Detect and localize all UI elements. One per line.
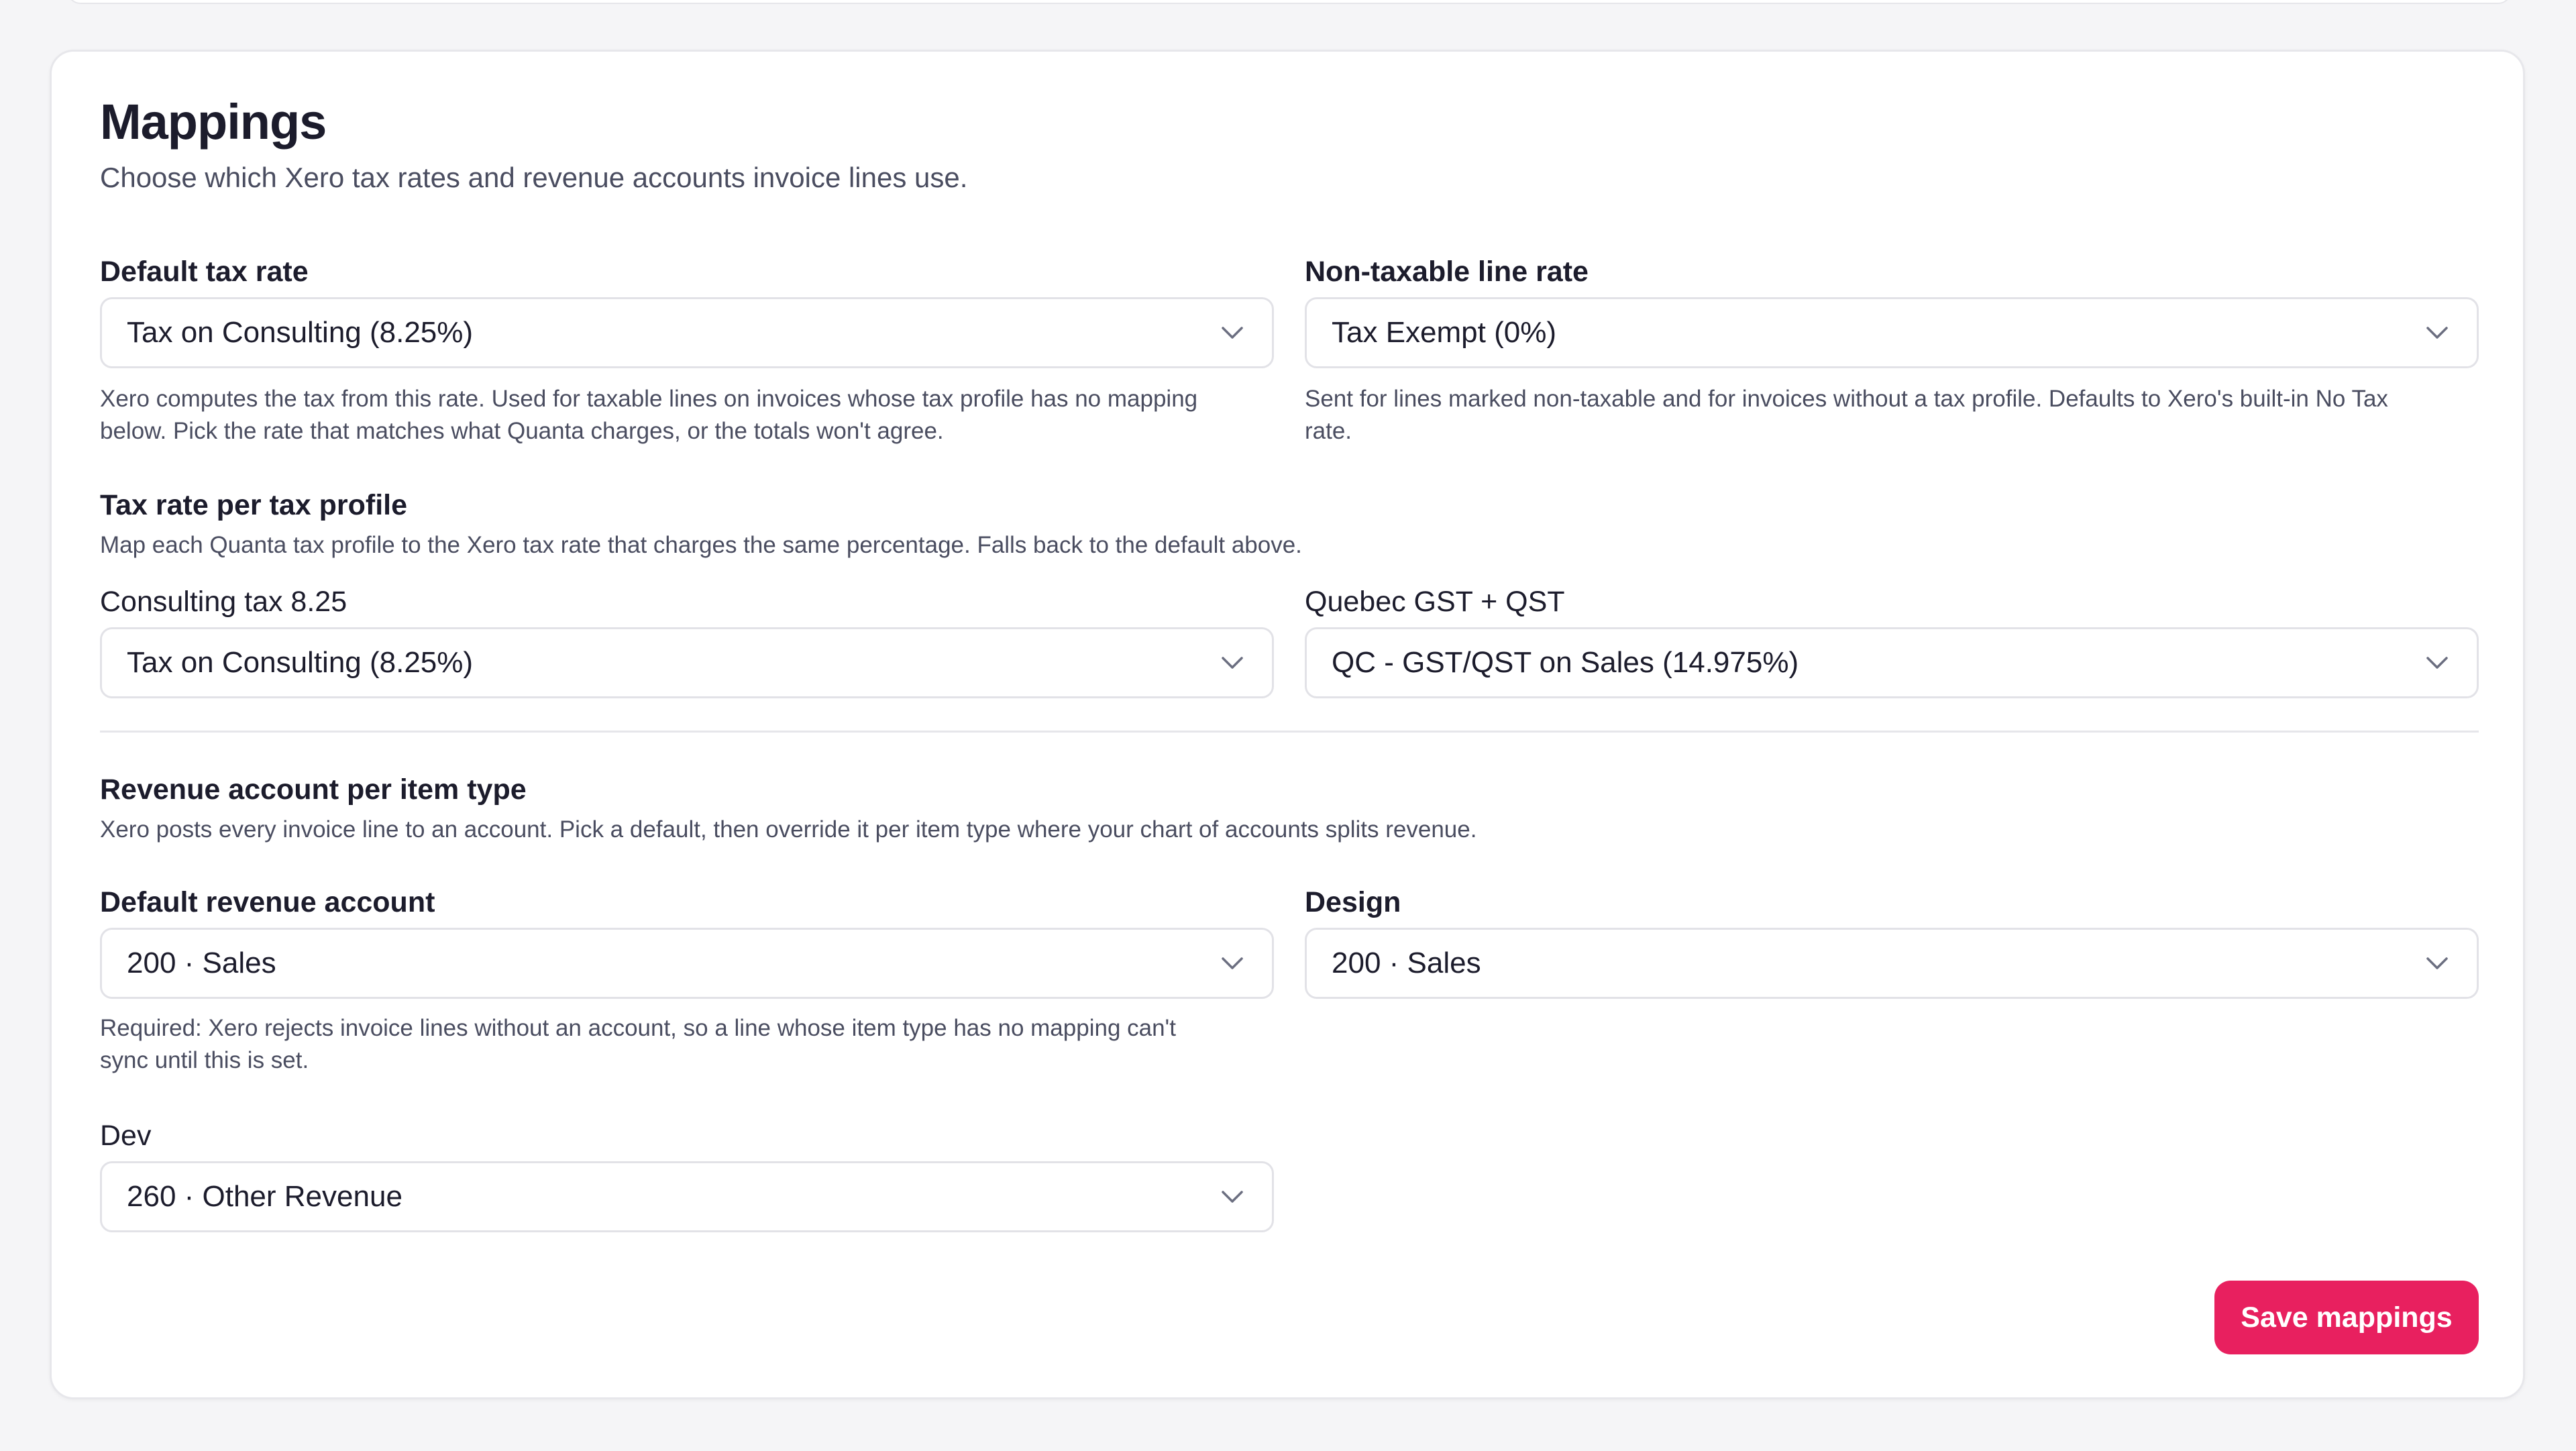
revenue-description: Xero posts every invoice line to an acco… <box>100 816 1477 843</box>
save-mappings-button[interactable]: Save mappings <box>2214 1281 2479 1354</box>
default-tax-label: Default tax rate <box>100 256 309 288</box>
chevron-down-icon <box>2426 327 2448 339</box>
revenue-label-design: Design <box>1305 886 1401 918</box>
default-tax-value: Tax on Consulting (8.25%) <box>127 316 474 349</box>
page-title: Mappings <box>100 94 327 150</box>
tax-profile-heading: Tax rate per tax profile <box>100 489 408 521</box>
nontaxable-value: Tax Exempt (0%) <box>1332 316 1556 349</box>
chevron-down-icon <box>1222 327 1243 339</box>
previous-card-edge <box>67 0 2512 4</box>
revenue-value-design: 200 · Sales <box>1332 947 1481 979</box>
chevron-down-icon <box>1222 657 1243 669</box>
default-revenue-value: 200 · Sales <box>127 947 276 979</box>
tax-profile-select-quebec[interactable]: QC - GST/QST on Sales (14.975%) <box>1305 627 2479 698</box>
revenue-select-design[interactable]: 200 · Sales <box>1305 928 2479 999</box>
chevron-down-icon <box>2426 657 2448 669</box>
tax-profile-value-quebec: QC - GST/QST on Sales (14.975%) <box>1332 646 1799 679</box>
default-revenue-help: Required: Xero rejects invoice lines wit… <box>100 1015 1176 1073</box>
tax-profile-select-consulting[interactable]: Tax on Consulting (8.25%) <box>100 627 1274 698</box>
nontaxable-select[interactable]: Tax Exempt (0%) <box>1305 297 2479 368</box>
nontaxable-label: Non-taxable line rate <box>1305 256 1589 288</box>
chevron-down-icon <box>2426 957 2448 969</box>
revenue-label-dev: Dev <box>100 1120 152 1152</box>
mappings-card: Mappings Choose which Xero tax rates and… <box>50 50 2525 1399</box>
section-divider <box>100 731 2479 733</box>
default-tax-select[interactable]: Tax on Consulting (8.25%) <box>100 297 1274 368</box>
tax-profile-label-quebec: Quebec GST + QST <box>1305 586 1565 618</box>
default-revenue-label: Default revenue account <box>100 886 435 918</box>
revenue-select-dev[interactable]: 260 · Other Revenue <box>100 1161 1274 1232</box>
tax-profile-description: Map each Quanta tax profile to the Xero … <box>100 532 1302 558</box>
chevron-down-icon <box>1222 957 1243 969</box>
default-tax-help: Xero computes the tax from this rate. Us… <box>100 386 1198 444</box>
nontaxable-help: Sent for lines marked non-taxable and fo… <box>1305 386 2388 444</box>
page-subtitle: Choose which Xero tax rates and revenue … <box>100 162 968 193</box>
tax-profile-value-consulting: Tax on Consulting (8.25%) <box>127 646 474 679</box>
revenue-value-dev: 260 · Other Revenue <box>127 1180 402 1213</box>
default-revenue-select[interactable]: 200 · Sales <box>100 928 1274 999</box>
chevron-down-icon <box>1222 1191 1243 1203</box>
tax-profile-label-consulting: Consulting tax 8.25 <box>100 586 347 618</box>
revenue-heading: Revenue account per item type <box>100 773 527 806</box>
